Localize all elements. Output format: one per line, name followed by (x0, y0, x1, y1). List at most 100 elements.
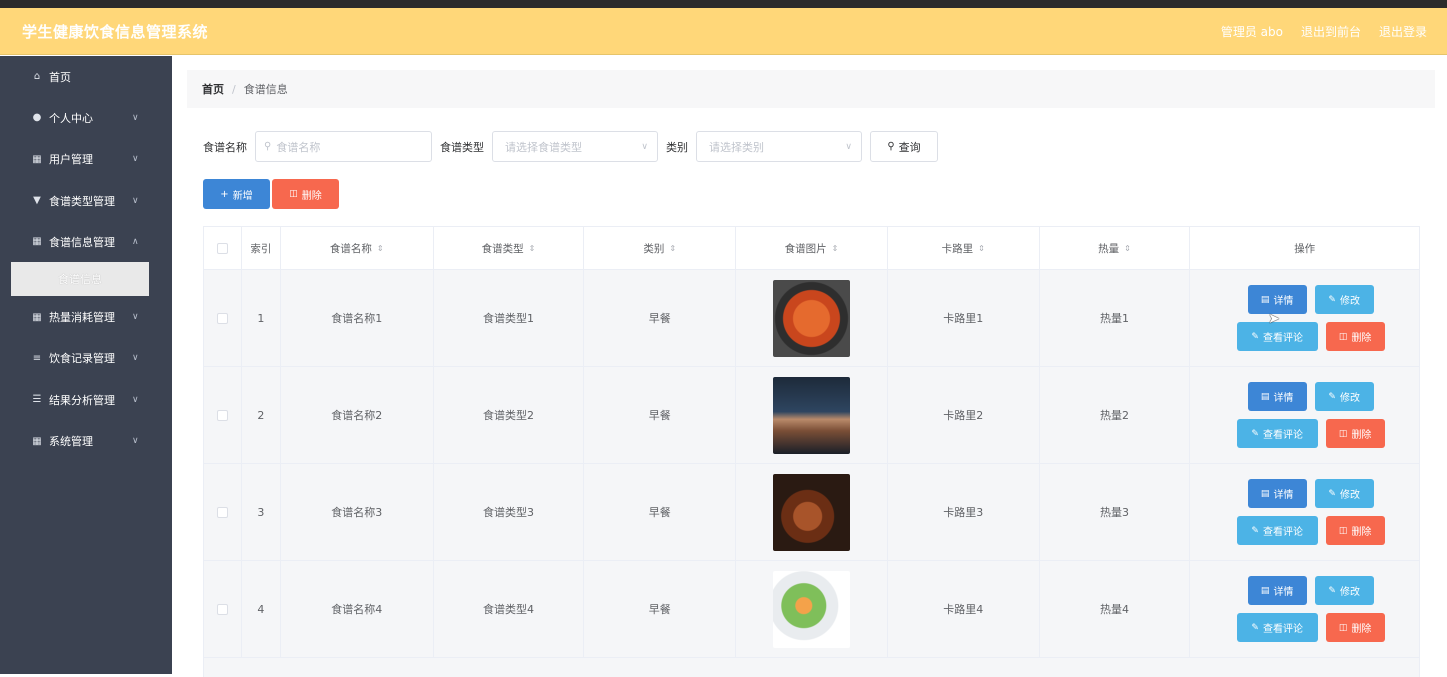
edit-button[interactable]: ✎ 修改 (1314, 382, 1374, 411)
document-icon: ▤ (1260, 294, 1270, 305)
back-to-front-link[interactable]: 退出到前台 (1301, 23, 1361, 40)
delete-button-label: 删除 (1351, 624, 1372, 635)
sidebar-item-recipe-types[interactable]: ▼ 食谱类型管理 ∨ (0, 180, 172, 221)
detail-button-label: 详情 (1273, 393, 1294, 404)
recipe-table: 索引 食谱名称 ⇕ 食谱类型 ⇕ 类别 ⇕ 食谱图片 ⇕ 卡路里 ⇕ 热量 ⇕ 操作 1 食… (203, 226, 1420, 677)
chevron-down-icon: ∨ (845, 141, 852, 152)
row-select-cell (204, 367, 242, 463)
select-all-checkbox[interactable] (216, 242, 228, 254)
index-cell: 2 (242, 367, 281, 463)
chevron-down-icon: ∧ (132, 236, 139, 247)
edit-button[interactable]: ✎ 修改 (1314, 479, 1374, 508)
column-header-sortable[interactable]: 食谱名称 ⇕ (281, 227, 434, 269)
sliders-icon: ≡ (32, 352, 42, 364)
bulk-actions: + 新增 ◫ 删除 (203, 179, 339, 209)
bulk-delete-button[interactable]: ◫ 删除 (272, 179, 339, 209)
column-header-label: 操作 (1294, 242, 1316, 255)
trash-icon: ◫ (289, 189, 298, 199)
pencil-icon: ✎ (1251, 525, 1259, 536)
edit-button[interactable]: ✎ 修改 (1314, 576, 1374, 605)
view-comments-label: 查看评论 (1262, 624, 1303, 635)
grid-icon: ▦ (32, 236, 42, 248)
view-comments-label: 查看评论 (1262, 333, 1303, 344)
row-select-cell (204, 270, 242, 366)
row-actions: ▤ 详情 ✎ 修改 ✎ 查看评论 ◫ 删除 (1225, 479, 1385, 545)
recipe-image[interactable] (773, 279, 850, 357)
breadcrumb: 首页 / 食谱信息 (187, 70, 1435, 108)
column-header-label: 索引 (250, 242, 272, 255)
detail-button-label: 详情 (1273, 587, 1294, 598)
column-header-sortable[interactable]: 卡路里 ⇕ (888, 227, 1040, 269)
chevron-down-icon: ∨ (132, 394, 139, 405)
trash-icon: ◫ (1338, 525, 1348, 536)
user-icon: ● (32, 112, 42, 124)
trophy-icon: ▼ (33, 195, 41, 207)
edit-button[interactable]: ✎ 修改 (1314, 285, 1374, 314)
row-checkbox[interactable] (216, 312, 228, 324)
sidebar-item-home[interactable]: ⌂ 首页 (0, 56, 172, 97)
column-header-label: 食谱名称 (329, 242, 372, 255)
delete-button[interactable]: ◫ 删除 (1325, 322, 1385, 351)
delete-button[interactable]: ◫ 删除 (1325, 516, 1385, 545)
sidebar-item-users[interactable]: ▦ 用户管理 ∨ (0, 139, 172, 180)
view-comments-button[interactable]: ✎ 查看评论 (1236, 516, 1318, 545)
header-actions: 管理员 abo 退出到前台 退出登录 (1221, 23, 1427, 40)
window-top-strip (0, 0, 1447, 8)
sidebar-item-label: 系统管理 (49, 435, 93, 449)
view-comments-button[interactable]: ✎ 查看评论 (1236, 419, 1318, 448)
column-header-sortable[interactable]: 类别 ⇕ (584, 227, 737, 269)
recipe-name-cell: 食谱名称1 (281, 270, 434, 366)
recipe-type-placeholder: 请选择食谱类型 (505, 140, 582, 154)
sidebar-item-result-analysis[interactable]: ☰ 结果分析管理 ∨ (0, 379, 172, 420)
detail-button[interactable]: ▤ 详情 (1247, 382, 1307, 411)
home-icon: ⌂ (33, 71, 41, 83)
column-header-sortable[interactable]: 食谱图片 ⇕ (736, 227, 888, 269)
row-actions-cell: ▤ 详情 ✎ 修改 ✎ 查看评论 ◫ 删除 (1190, 270, 1419, 366)
sidebar-item-system[interactable]: ▦ 系统管理 ∨ (0, 420, 172, 461)
row-checkbox[interactable] (216, 409, 228, 421)
chevron-down-icon: ∨ (132, 195, 139, 206)
sidebar-item-label: 用户管理 (49, 153, 93, 167)
sidebar-item-label: 结果分析管理 (49, 393, 115, 407)
row-actions-cell: ▤ 详情 ✎ 修改 ✎ 查看评论 ◫ 删除 (1190, 367, 1419, 463)
sidebar-item-profile[interactable]: ● 个人中心 ∨ (0, 97, 172, 138)
edit-button-label: 修改 (1339, 393, 1360, 404)
breadcrumb-home[interactable]: 首页 (202, 81, 224, 97)
recipe-image[interactable] (773, 376, 850, 454)
recipe-image-cell (736, 270, 888, 366)
row-actions-top: ▤ 详情 ✎ 修改 (1247, 285, 1374, 314)
calories-cell: 卡路里3 (888, 464, 1040, 560)
column-header-sortable[interactable]: 热量 ⇕ (1040, 227, 1191, 269)
sidebar-item-recipe-info[interactable]: ▦ 食谱信息管理 ∧ (0, 221, 172, 262)
query-button[interactable]: ⚲ 查询 (870, 131, 938, 162)
recipe-name-input[interactable]: ⚲ 食谱名称 (255, 131, 432, 162)
recipe-type-select[interactable]: 请选择食谱类型 ∨ (492, 131, 658, 162)
add-button[interactable]: + 新增 (203, 179, 270, 209)
document-icon: ▤ (1260, 488, 1270, 499)
view-comments-button[interactable]: ✎ 查看评论 (1236, 613, 1318, 642)
detail-button[interactable]: ▤ 详情 (1247, 479, 1307, 508)
detail-button[interactable]: ▤ 详情 (1247, 285, 1307, 314)
chevron-down-icon: ∨ (132, 154, 139, 165)
recipe-image[interactable] (773, 473, 850, 551)
row-checkbox[interactable] (216, 603, 228, 615)
logout-link[interactable]: 退出登录 (1379, 23, 1427, 40)
sidebar-subitem-recipe-info[interactable]: 食谱信息 (11, 262, 149, 297)
sort-icon: ⇕ (978, 243, 985, 253)
sidebar-item-calorie-burn[interactable]: ▦ 热量消耗管理 ∨ (0, 296, 172, 337)
delete-button[interactable]: ◫ 删除 (1325, 419, 1385, 448)
row-checkbox[interactable] (216, 506, 228, 518)
sidebar-item-label: 热量消耗管理 (49, 311, 115, 325)
table-row: 3 食谱名称3 食谱类型3 早餐 卡路里3 热量3 ▤ 详情 ✎ 修改 ✎ 查看评论 … (204, 463, 1419, 560)
column-header-sortable[interactable]: 食谱类型 ⇕ (434, 227, 585, 269)
sidebar-item-diet-records[interactable]: ≡ 饮食记录管理 ∨ (0, 338, 172, 379)
category-label: 类别 (666, 140, 688, 154)
sort-icon: ⇕ (669, 243, 677, 253)
add-button-label: 新增 (232, 190, 253, 202)
delete-button[interactable]: ◫ 删除 (1325, 613, 1385, 642)
category-select[interactable]: 请选择类别 ∨ (696, 131, 862, 162)
detail-button[interactable]: ▤ 详情 (1247, 576, 1307, 605)
recipe-image[interactable] (773, 570, 850, 648)
recipe-name-placeholder: 食谱名称 (276, 140, 321, 154)
row-actions: ▤ 详情 ✎ 修改 ✎ 查看评论 ◫ 删除 (1225, 285, 1385, 351)
